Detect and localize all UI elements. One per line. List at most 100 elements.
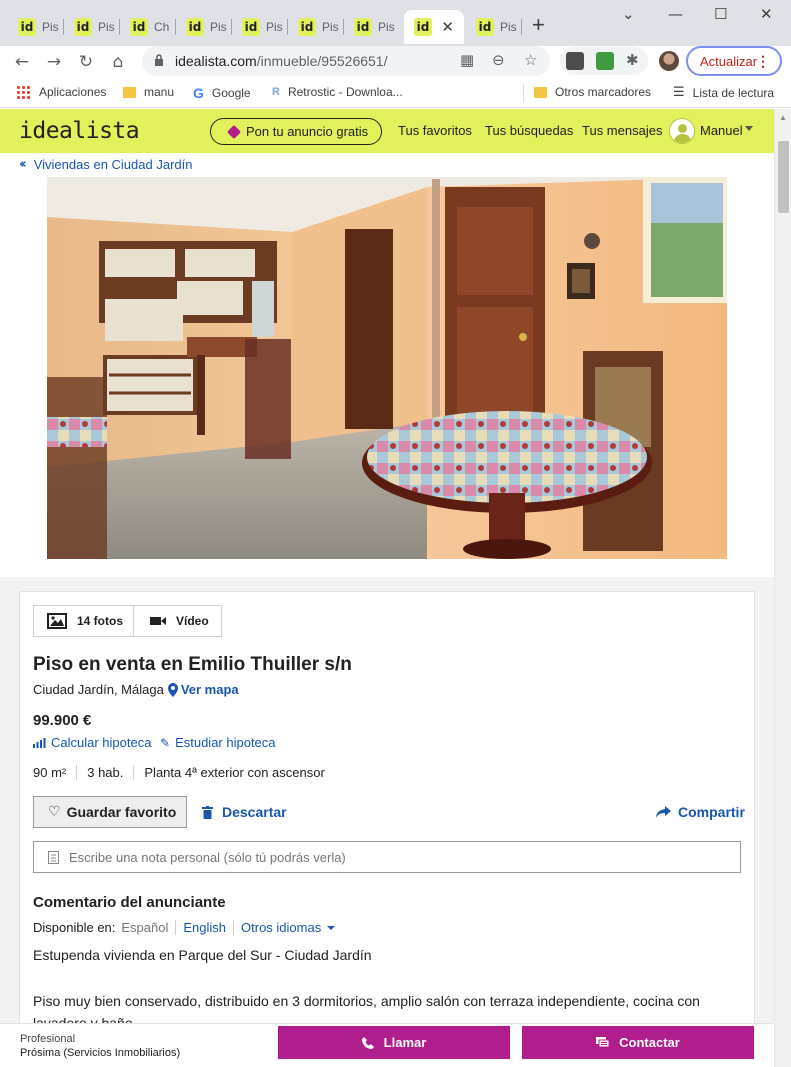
video-button[interactable]: Vídeo — [134, 606, 221, 636]
browser-tab-bar: id Pis id Pis id Ch id Pis id Pis id Pis… — [0, 0, 791, 46]
caret-down-icon[interactable] — [745, 126, 753, 131]
publish-listing-button[interactable]: Pon tu anuncio gratis — [210, 118, 382, 145]
bookmark-google[interactable]: G Google — [193, 85, 251, 101]
folder-icon — [123, 86, 136, 98]
idealista-favicon-icon: id — [298, 18, 316, 36]
page-scrollbar[interactable]: ▲ — [774, 109, 791, 1067]
personal-note-field[interactable] — [33, 841, 741, 873]
home-icon[interactable]: ⌂ — [106, 50, 130, 74]
call-button[interactable]: Llamar — [278, 1026, 510, 1059]
listing-features: 90 m² 3 hab. Planta 4ª exterior con asce… — [33, 765, 335, 780]
idealista-favicon-icon: id — [130, 18, 148, 36]
share-button[interactable]: Compartir — [656, 804, 745, 820]
close-tab-icon[interactable]: ✕ — [441, 18, 454, 36]
browser-tab-active[interactable]: id ✕ — [404, 10, 464, 44]
user-menu[interactable]: Manuel — [700, 123, 743, 138]
browser-tab[interactable]: id Pis — [288, 10, 344, 44]
listing-card: 14 fotos Vídeo Piso en venta en Emilio T… — [19, 591, 755, 1067]
video-label: Vídeo — [176, 614, 209, 628]
bookmark-label: Lista de lectura — [692, 85, 775, 100]
browser-tab[interactable]: id Pis — [466, 10, 522, 44]
browser-tab[interactable]: id Pis — [344, 10, 400, 44]
bookmark-label: manu — [144, 85, 175, 99]
breadcrumb-bar: ‹‹ Viviendas en Ciudad Jardín — [0, 153, 774, 177]
address-bar[interactable]: idealista.com/inmueble/95526651/ ▦ ⊖ ☆ — [142, 46, 550, 76]
bookmark-apps[interactable]: Aplicaciones — [16, 85, 106, 99]
study-mortgage-link[interactable]: ✎ Estudiar hipoteca — [160, 735, 276, 750]
idealista-favicon-icon: id — [242, 18, 260, 36]
close-window-icon[interactable]: ✕ — [760, 5, 773, 23]
browser-tab[interactable]: id Ch — [120, 10, 176, 44]
photos-button[interactable]: 14 fotos — [34, 606, 134, 636]
page-viewport: idealista Pon tu anuncio gratis Tus favo… — [0, 109, 774, 1067]
bookmark-label: Otros marcadores — [555, 85, 652, 99]
phone-icon — [361, 1036, 374, 1049]
save-favorite-button[interactable]: ♡ Guardar favorito — [33, 796, 187, 828]
reading-list[interactable]: ☰ Lista de lectura — [673, 85, 774, 100]
browser-tab[interactable]: id Pis — [232, 10, 288, 44]
bookmark-label: Aplicaciones — [39, 85, 107, 99]
bookmark-manu[interactable]: manu — [123, 85, 174, 99]
idealista-favicon-icon: id — [414, 18, 432, 36]
double-chevron-left-icon: ‹‹ — [19, 157, 27, 172]
view-map-link[interactable]: Ver mapa — [167, 682, 239, 697]
new-tab-button[interactable]: + — [532, 14, 545, 36]
bookmark-otros[interactable]: Otros marcadores — [534, 85, 651, 99]
update-browser-button[interactable]: Actualizar ⋮ — [686, 46, 782, 76]
browser-toolbar: ← → ↻ ⌂ idealista.com/inmueble/95526651/… — [0, 46, 791, 78]
listing-photo[interactable] — [47, 177, 727, 559]
maximize-icon[interactable]: ☐ — [714, 5, 727, 23]
scrollbar-thumb[interactable] — [778, 141, 789, 213]
minimize-icon[interactable]: — — [668, 5, 683, 23]
personal-note-input[interactable] — [69, 849, 709, 865]
call-label: Llamar — [383, 1035, 427, 1050]
zoom-icon[interactable]: ⊖ — [492, 51, 505, 69]
other-languages-dropdown[interactable]: Otros idiomas — [233, 920, 342, 935]
breadcrumb[interactable]: ‹‹ Viviendas en Ciudad Jardín — [19, 157, 192, 172]
reading-list-icon: ☰ — [673, 85, 685, 100]
language-selector: Disponible en: Español English Otros idi… — [33, 920, 342, 935]
idealista-favicon-icon: id — [476, 18, 494, 36]
tab-title: Ch — [154, 20, 170, 34]
bookmark-star-icon[interactable]: ☆ — [524, 51, 537, 69]
update-label: Actualizar — [700, 53, 758, 69]
idealista-favicon-icon: id — [74, 18, 92, 36]
puzzle-extensions-icon[interactable]: ✱ — [626, 51, 639, 69]
tab-title: Pis — [266, 20, 283, 34]
map-link-label: Ver mapa — [180, 682, 239, 697]
browser-tab[interactable]: id Pis — [176, 10, 232, 44]
contact-bar: Profesional Prósima (Servicios Inmobilia… — [0, 1023, 774, 1067]
description-paragraph: Estupenda vivienda en Parque del Sur - C… — [33, 947, 372, 963]
reload-icon[interactable]: ↻ — [74, 50, 98, 74]
extension-icon[interactable] — [596, 52, 614, 70]
searches-link[interactable]: Tus búsquedas — [485, 123, 573, 138]
back-arrow-icon[interactable]: ← — [10, 50, 34, 74]
forward-arrow-icon[interactable]: → — [42, 50, 66, 74]
bookmark-label: Google — [211, 86, 251, 100]
listing-price: 99.900 € — [33, 712, 92, 729]
tab-title: Pis — [322, 20, 339, 34]
messages-link[interactable]: Tus mensajes — [582, 123, 662, 138]
tab-search-chevron-icon[interactable]: ⌄ — [622, 5, 635, 23]
photos-label: 14 fotos — [77, 614, 124, 628]
browser-tab[interactable]: id Pis — [8, 10, 64, 44]
caret-down-icon — [327, 925, 336, 930]
browser-tab[interactable]: id Pis — [64, 10, 120, 44]
discard-button[interactable]: Descartar — [202, 804, 287, 820]
discard-label: Descartar — [222, 804, 287, 820]
profile-avatar[interactable] — [659, 51, 679, 71]
qr-code-icon[interactable]: ▦ — [460, 51, 474, 69]
tab-title: Pis — [210, 20, 227, 34]
bookmark-retrostic[interactable]: R Retrostic - Downloa... — [272, 85, 403, 99]
favorites-link[interactable]: Tus favoritos — [398, 123, 472, 138]
extension-icon[interactable] — [566, 52, 584, 70]
calculate-mortgage-link[interactable]: Calcular hipoteca — [33, 735, 151, 750]
menu-dots-icon[interactable]: ⋮ — [756, 53, 770, 70]
language-english[interactable]: English — [175, 920, 233, 935]
idealista-logo[interactable]: idealista — [19, 118, 140, 144]
advertiser-name[interactable]: Prósima (Servicios Inmobiliarios) — [20, 1046, 180, 1060]
scroll-up-arrow-icon[interactable]: ▲ — [779, 113, 787, 122]
contact-button[interactable]: Contactar — [522, 1026, 754, 1059]
tab-title: Pis — [42, 20, 59, 34]
user-avatar[interactable] — [669, 118, 695, 144]
